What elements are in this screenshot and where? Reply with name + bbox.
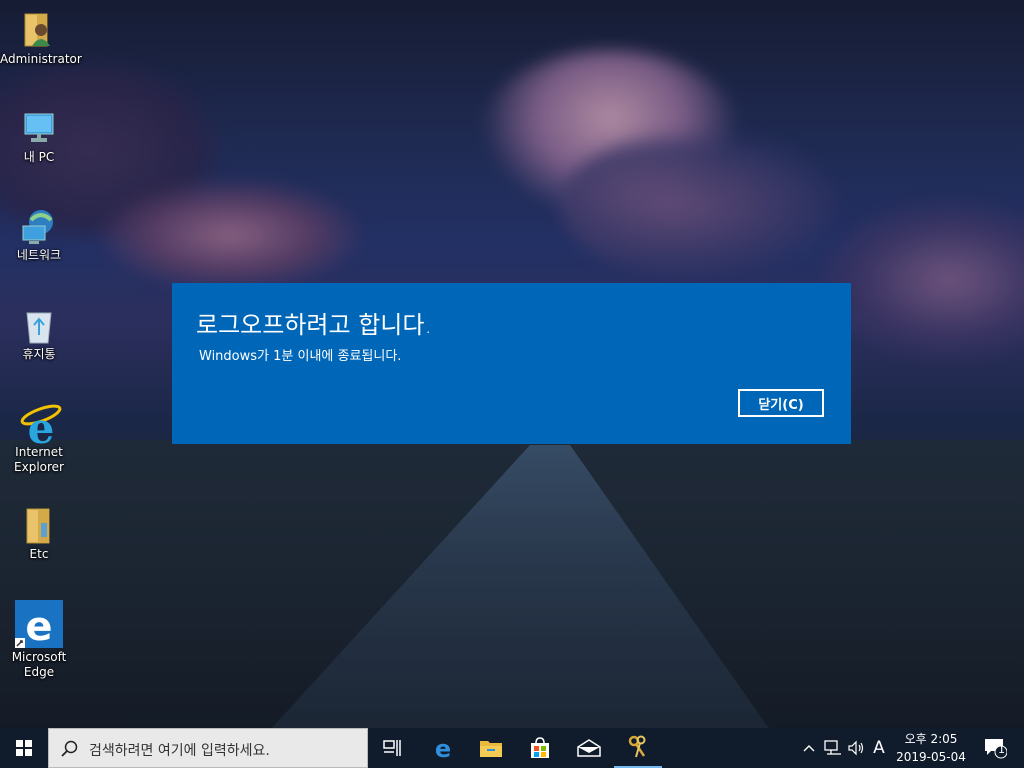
clock[interactable]: 오후 2:05 2019-05-04 (888, 730, 974, 766)
windows-logo-icon (16, 740, 32, 756)
recycle-bin-icon (19, 305, 59, 345)
user-folder-icon (19, 10, 59, 50)
store-icon (531, 737, 549, 758)
desktop-icon-recycle-bin[interactable]: 휴지통 (0, 305, 78, 362)
taskbar-keys-app-button[interactable] (614, 728, 662, 768)
start-button[interactable] (0, 728, 48, 768)
mail-icon (577, 739, 601, 757)
taskbar-store-button[interactable] (516, 728, 564, 768)
tray-network-button[interactable] (822, 728, 844, 768)
desktop-icon-label: Etc (29, 547, 49, 561)
task-view-button[interactable] (368, 728, 416, 768)
input-mode-indicator[interactable]: A (868, 728, 890, 768)
taskbar: 검색하려면 여기에 입력하세요. e A 오후 2:05 2019-05-04 … (0, 728, 1024, 768)
network-status-icon (824, 740, 841, 755)
tray-volume-button[interactable] (846, 728, 868, 768)
search-box[interactable]: 검색하려면 여기에 입력하세요. (48, 728, 368, 768)
taskbar-mail-button[interactable] (565, 728, 613, 768)
svg-text:e: e (28, 404, 55, 447)
file-explorer-icon (480, 741, 502, 757)
desktop-icon-internet-explorer[interactable]: e Internet Explorer (0, 403, 78, 475)
desktop-icon-microsoft-edge[interactable]: e Microsoft Edge (0, 600, 78, 680)
svg-text:e: e (25, 604, 52, 648)
network-icon (19, 206, 59, 246)
close-button[interactable]: 닫기(C) (738, 389, 824, 417)
desktop-icon-label: Microsoft Edge (11, 650, 67, 679)
search-placeholder: 검색하려면 여기에 입력하세요. (89, 743, 270, 759)
desktop-icon-label: Administrator (0, 52, 82, 66)
dialog-message: Windows가 1분 이내에 종료됩니다. (199, 349, 402, 364)
computer-icon (19, 108, 59, 148)
logoff-dialog: 로그오프하려고 합니다. Windows가 1분 이내에 종료됩니다. 닫기(C… (172, 283, 851, 444)
tray-overflow-button[interactable] (798, 728, 820, 768)
edge-icon: e (15, 600, 63, 650)
desktop-icon-etc[interactable]: Etc (0, 505, 78, 562)
volume-icon (848, 740, 864, 756)
desktop-icon-network[interactable]: 네트워크 (0, 206, 78, 263)
action-center-button[interactable]: 1 (980, 728, 1010, 768)
task-view-icon (383, 740, 401, 756)
desktop-icon-label: Internet Explorer (14, 445, 64, 474)
svg-text:e: e (435, 736, 451, 760)
desktop-icon-administrator[interactable]: Administrator (0, 10, 82, 67)
taskbar-file-explorer-button[interactable] (467, 728, 515, 768)
folder-icon (19, 505, 59, 545)
desktop-icon-label: 휴지통 (22, 347, 56, 361)
desktop-icon-label: 네트워크 (16, 248, 62, 262)
chevron-up-icon (803, 745, 815, 752)
dialog-title: 로그오프하려고 합니다. (196, 311, 433, 339)
desktop-icon-this-pc[interactable]: 내 PC (0, 108, 78, 165)
keys-app-icon (628, 735, 646, 758)
taskbar-edge-button[interactable]: e (419, 728, 467, 768)
desktop-icon-label: 내 PC (23, 150, 55, 164)
search-icon (61, 740, 78, 757)
notification-count: 1 (998, 743, 1005, 756)
clock-time: 오후 2:05 (904, 732, 958, 746)
clock-date: 2019-05-04 (896, 750, 966, 764)
edge-icon: e (435, 736, 451, 760)
internet-explorer-icon: e (19, 403, 62, 453)
